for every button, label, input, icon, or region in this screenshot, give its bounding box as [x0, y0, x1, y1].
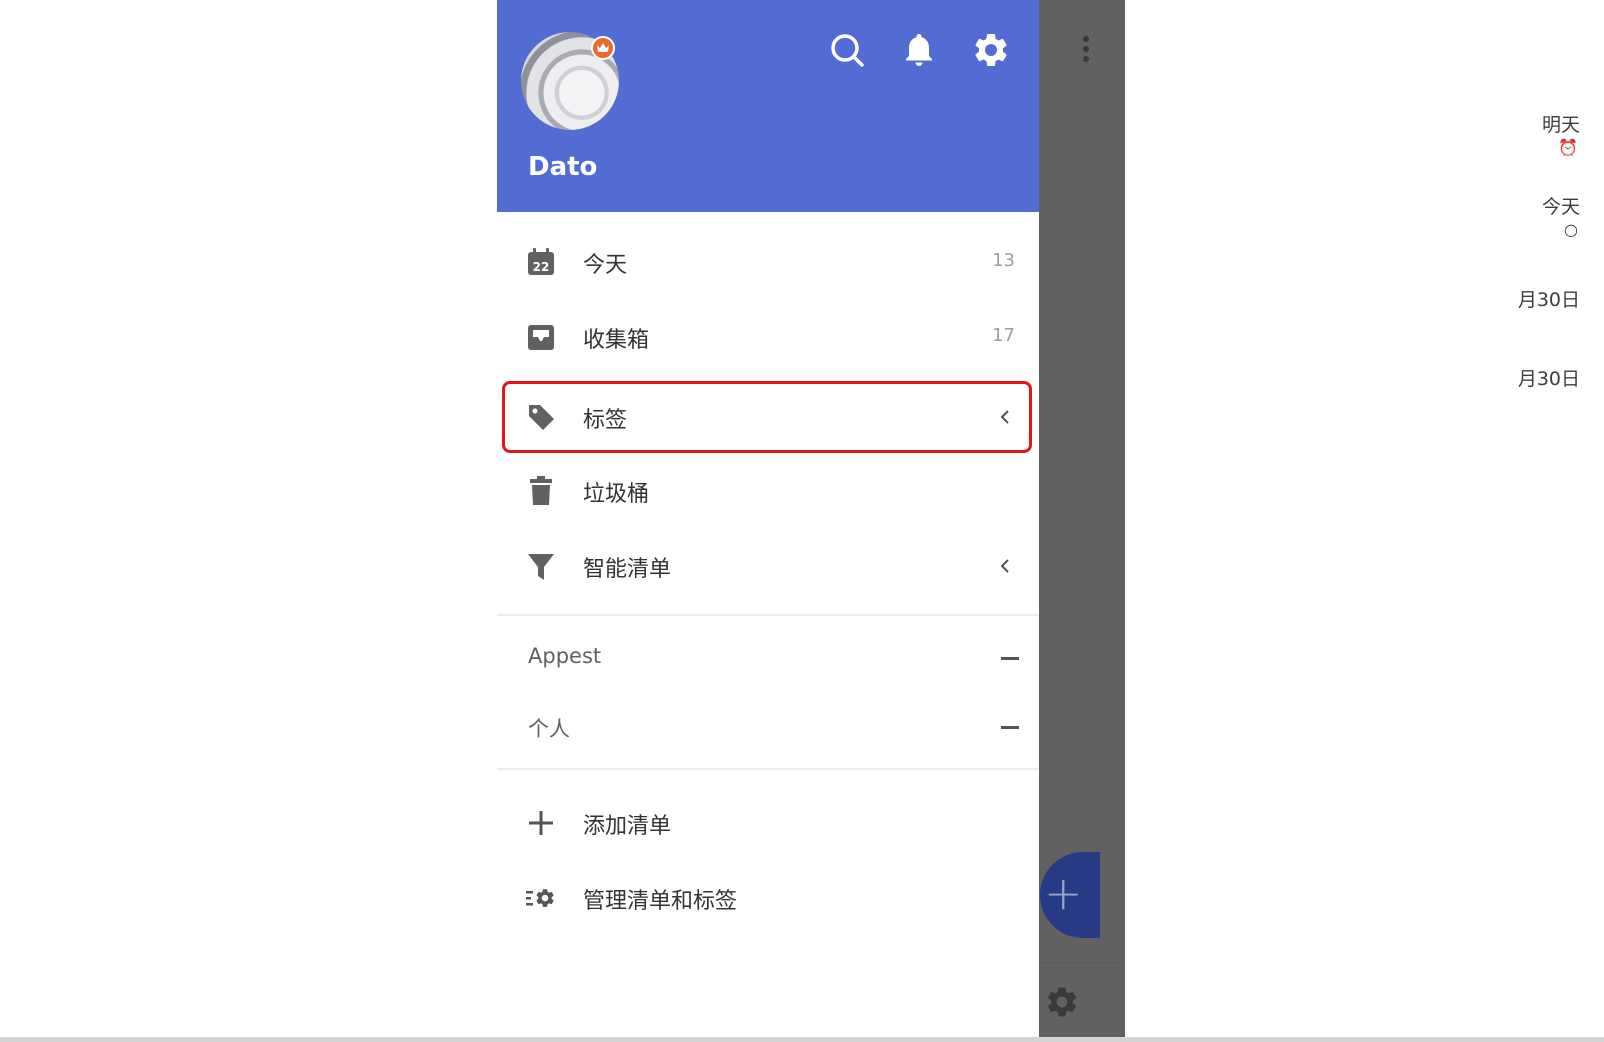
menu-item-count: 17	[992, 325, 1015, 346]
menu-item-label: 垃圾桶	[583, 482, 650, 507]
menu-item-label: 管理清单和标签	[583, 889, 738, 914]
search-icon[interactable]	[827, 30, 867, 70]
group-label: Appest	[528, 644, 602, 668]
trash-icon	[530, 476, 552, 505]
background-item-tomorrow: 明天	[1541, 114, 1580, 136]
chevron-left-icon[interactable]	[999, 557, 1011, 575]
menu-item-inbox[interactable]: 收集箱 17	[497, 300, 1039, 375]
manage-settings-icon	[526, 889, 554, 907]
inbox-icon	[528, 325, 554, 350]
add-list-button[interactable]: 添加清单	[497, 786, 1039, 861]
username[interactable]: Dato	[528, 152, 597, 182]
background-item-today: 今天	[1541, 196, 1580, 218]
background-gear-icon	[1047, 987, 1077, 1017]
background-item-date-1: 月30日	[1517, 289, 1580, 311]
menu-item-count: 13	[992, 250, 1015, 271]
navigation-drawer: Dato 22 今天 13 收集箱 17 标签 垃圾桶 智能清单 Appest …	[497, 0, 1039, 1037]
menu-item-today[interactable]: 22 今天 13	[497, 225, 1039, 300]
menu-item-label: 收集箱	[583, 328, 650, 353]
group-label: 个人	[528, 717, 570, 741]
list-group-appest[interactable]: Appest	[497, 628, 1039, 690]
bottom-edge	[0, 1037, 1604, 1042]
crown-icon	[591, 36, 615, 60]
filter-icon	[528, 554, 554, 580]
bell-icon[interactable]	[899, 30, 939, 70]
tag-icon	[529, 405, 554, 430]
more-options-icon	[1082, 36, 1090, 66]
menu-item-label: 智能清单	[583, 557, 672, 582]
menu-item-trash[interactable]: 垃圾桶	[497, 454, 1039, 529]
background-item-date-2: 月30日	[1517, 368, 1580, 390]
menu-item-label: 标签	[583, 408, 628, 433]
collapse-icon[interactable]	[1001, 657, 1019, 660]
drawer-header: Dato	[497, 0, 1039, 212]
collapse-icon[interactable]	[1001, 726, 1019, 729]
plus-icon	[529, 811, 553, 835]
menu-item-tags[interactable]: 标签	[497, 380, 1039, 455]
menu-item-smart-lists[interactable]: 智能清单	[497, 529, 1039, 604]
repeat-icon: ○	[1564, 220, 1578, 239]
alarm-icon: ⏰	[1558, 138, 1578, 157]
menu-item-label: 今天	[583, 253, 628, 278]
calendar-icon: 22	[528, 248, 554, 275]
menu-item-label: 添加清单	[583, 814, 672, 839]
divider	[497, 768, 1039, 770]
divider	[497, 614, 1039, 616]
gear-icon[interactable]	[971, 30, 1011, 70]
svg-text:22: 22	[533, 260, 550, 274]
chevron-left-icon[interactable]	[999, 408, 1011, 426]
manage-lists-button[interactable]: 管理清单和标签	[497, 861, 1039, 936]
list-group-personal[interactable]: 个人	[497, 697, 1039, 759]
